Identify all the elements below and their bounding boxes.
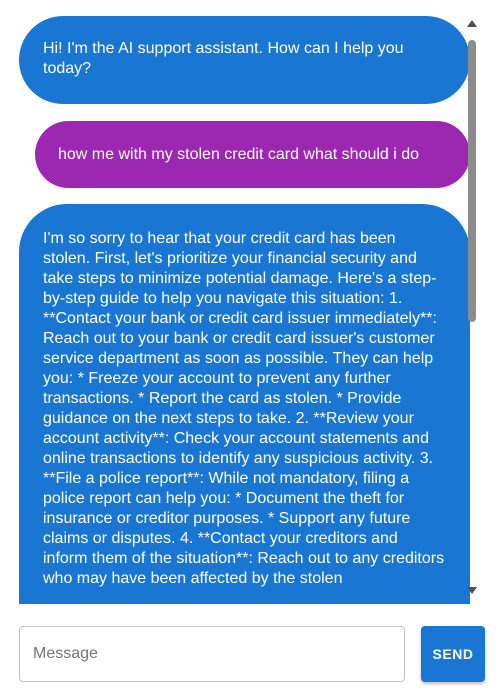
message-composer: SEND <box>0 604 499 698</box>
assistant-message: Hi! I'm the AI support assistant. How ca… <box>19 16 470 104</box>
scroll-down-arrow-icon[interactable] <box>467 587 477 594</box>
assistant-message: I'm so sorry to hear that your credit ca… <box>19 204 470 604</box>
scrollbar-thumb[interactable] <box>468 40 476 322</box>
message-input[interactable] <box>19 626 405 682</box>
send-button[interactable]: SEND <box>421 626 485 682</box>
chat-scrollbar[interactable] <box>465 16 479 598</box>
chat-message-list[interactable]: Hi! I'm the AI support assistant. How ca… <box>0 0 499 604</box>
scroll-up-arrow-icon[interactable] <box>467 20 477 27</box>
user-message: how me with my stolen credit card what s… <box>35 121 470 188</box>
